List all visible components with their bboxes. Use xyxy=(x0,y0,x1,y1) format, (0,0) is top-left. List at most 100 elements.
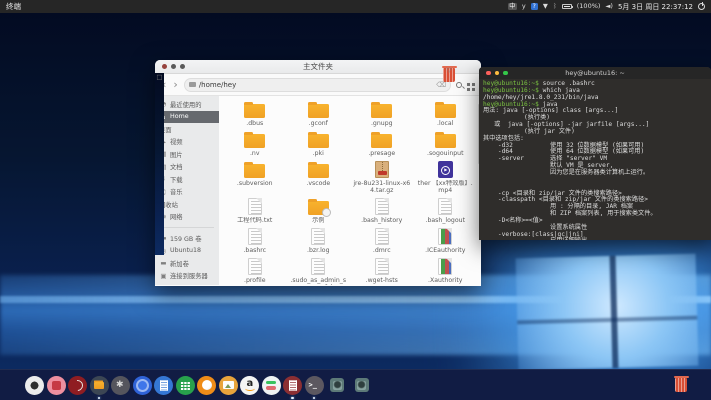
sidebar-device-label: 新加卷 xyxy=(170,259,189,268)
file-item[interactable]: .nv xyxy=(223,128,287,158)
file-icon xyxy=(308,164,329,178)
sidebar-item[interactable]: 视频 xyxy=(155,136,219,149)
file-icon xyxy=(371,134,392,148)
file-item[interactable]: jre-8u231-linux-x64.tar.gz xyxy=(350,158,414,195)
file-name: .dbus xyxy=(225,120,285,127)
file-item[interactable]: .pki xyxy=(287,128,351,158)
file-item[interactable]: .bash_history xyxy=(350,195,414,225)
sidebar-device-item[interactable]: 159 GB 卷 xyxy=(155,232,219,245)
terminal-text: 因为您是在服务器类计算机上运行。 xyxy=(483,169,649,176)
file-item[interactable]: .bash_logout xyxy=(414,195,478,225)
file-item[interactable]: .dbus xyxy=(223,98,287,128)
file-manager-titlebar[interactable]: 主文件夹 xyxy=(155,60,481,74)
file-item[interactable]: 示例 xyxy=(287,195,351,225)
sidebar-item[interactable]: Home xyxy=(155,111,219,124)
file-item[interactable]: .gnupg xyxy=(350,98,414,128)
network-icon[interactable]: ▼ xyxy=(543,3,548,10)
dock-item[interactable] xyxy=(90,376,109,395)
file-name: .bashrc xyxy=(225,247,285,254)
file-item[interactable]: .vscode xyxy=(287,158,351,195)
sidebar-item-label: 文档 xyxy=(170,162,183,171)
dock-item[interactable] xyxy=(355,378,369,392)
file-item[interactable]: .Xauthority xyxy=(414,255,478,285)
sidebar-item[interactable]: 文档 xyxy=(155,161,219,174)
input-method-icon[interactable]: 中 xyxy=(508,3,517,10)
help-icon[interactable]: ? xyxy=(531,3,538,10)
sidebar-device-item[interactable]: 新加卷 xyxy=(155,257,219,270)
trash-icon[interactable] xyxy=(675,378,687,392)
sidebar-device-label: Ubuntu18 xyxy=(170,247,201,254)
terminal-line: 启用详细输出 xyxy=(483,238,707,240)
file-name: .Xauthority xyxy=(416,277,476,284)
sidebar-device-label: 159 GB 卷 xyxy=(170,234,202,243)
file-icon xyxy=(248,228,262,245)
dock-item[interactable] xyxy=(68,376,87,395)
sidebar-item[interactable]: 回收站 xyxy=(155,198,219,211)
grid-view-icon[interactable] xyxy=(467,83,470,86)
file-item[interactable]: .dmrc xyxy=(350,225,414,255)
dock-item[interactable] xyxy=(240,376,259,395)
file-name: jre-8u231-linux-x64.tar.gz xyxy=(352,180,412,194)
sidebar-item[interactable]: 下载 xyxy=(155,173,219,186)
dock-item[interactable] xyxy=(176,376,195,395)
bluetooth-icon[interactable]: ᛒ xyxy=(553,3,557,10)
sidebar-item[interactable]: 网络 xyxy=(155,211,219,224)
file-item[interactable]: .ICEauthority xyxy=(414,225,478,255)
sidebar-device-item[interactable]: 连接到服务器 xyxy=(155,270,219,283)
sidebar-item[interactable]: 桌面 xyxy=(155,123,219,136)
file-icon xyxy=(438,161,453,178)
file-icon xyxy=(244,134,265,148)
file-name: .wget-hsts xyxy=(352,277,412,284)
file-item[interactable]: .bashrc xyxy=(223,225,287,255)
terminal-window: hey@ubuntu16: ~ hey@ubuntu16:~$ source .… xyxy=(479,67,711,240)
forward-button[interactable]: › xyxy=(172,79,178,90)
power-icon[interactable] xyxy=(698,3,705,10)
computer-icon xyxy=(189,82,196,87)
file-item[interactable]: .subversion xyxy=(223,158,287,195)
file-item[interactable]: ther 【xx特效版】. mp4 xyxy=(414,158,478,195)
file-name: .pki xyxy=(289,150,349,157)
file-icon xyxy=(375,198,389,215)
file-name: .sudo_as_admin_successful xyxy=(289,277,349,285)
file-name: 示例 xyxy=(289,217,349,224)
volume-icon[interactable]: ◄) xyxy=(605,3,613,10)
file-name: .vscode xyxy=(289,180,349,187)
terminal-content[interactable]: hey@ubuntu16:~$ source .bashrc hey@ubunt… xyxy=(479,79,711,240)
address-bar[interactable]: /home/hey ⌫ xyxy=(184,78,451,92)
file-item[interactable]: .sudo_as_admin_successful xyxy=(287,255,351,285)
dock-item[interactable] xyxy=(305,376,324,395)
sidebar-item[interactable]: 音乐 xyxy=(155,186,219,199)
dock-item[interactable] xyxy=(262,376,281,395)
file-icon xyxy=(375,258,389,275)
file-item[interactable]: .sogouinput xyxy=(414,128,478,158)
window-title: 主文件夹 xyxy=(155,61,481,72)
sidebar-item[interactable]: 最近使用的 xyxy=(155,98,219,111)
dock-item[interactable] xyxy=(197,376,216,395)
keyboard-layout-icon[interactable]: y xyxy=(522,3,526,10)
dock-item[interactable] xyxy=(47,376,66,395)
terminal-titlebar[interactable]: hey@ubuntu16: ~ xyxy=(479,67,711,79)
file-item[interactable]: .presage xyxy=(350,128,414,158)
file-name: .sogouinput xyxy=(416,150,476,157)
file-item[interactable]: .gconf xyxy=(287,98,351,128)
dock-item[interactable] xyxy=(133,376,152,395)
battery-icon[interactable] xyxy=(562,4,572,10)
file-item[interactable]: .local xyxy=(414,98,478,128)
dock-item[interactable] xyxy=(219,376,238,395)
dock-item[interactable] xyxy=(154,376,173,395)
top-menu-bar: 终端 中 y ? ▼ ᛒ (100%) ◄) 5月 3日 周日 22:37:12 xyxy=(0,0,711,13)
dock-item[interactable] xyxy=(25,376,44,395)
dock-item[interactable] xyxy=(283,376,302,395)
sidebar-item-label: 网络 xyxy=(170,212,183,221)
file-item[interactable]: .profile xyxy=(223,255,287,285)
sidebar-item[interactable]: 图片 xyxy=(155,148,219,161)
file-item[interactable]: 工程代码.txt xyxy=(223,195,287,225)
sidebar-device-item[interactable]: Ubuntu18 xyxy=(155,245,219,258)
clock[interactable]: 5月 3日 周日 22:37:12 xyxy=(618,2,693,12)
file-item[interactable]: .bzr.log xyxy=(287,225,351,255)
dock-item[interactable] xyxy=(330,378,344,392)
file-item[interactable]: .wget-hsts xyxy=(350,255,414,285)
dock-item[interactable] xyxy=(111,376,130,395)
search-icon[interactable] xyxy=(456,82,462,88)
battery-percent: (100%) xyxy=(577,3,601,10)
